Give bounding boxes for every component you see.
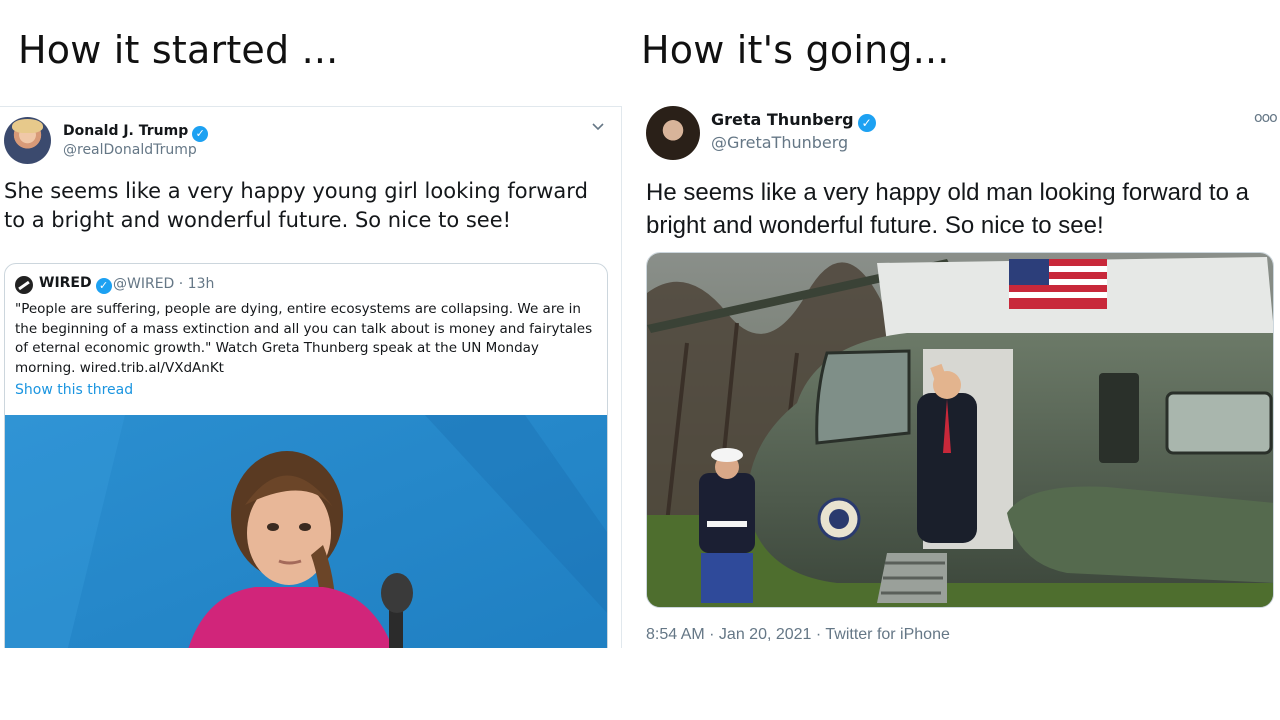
tweet-timestamp[interactable]: 8:54 AM · Jan 20, 2021 · Twitter for iPh… <box>646 626 950 644</box>
verified-badge-icon: ✓ <box>857 114 876 132</box>
wired-logo-icon <box>15 276 33 294</box>
show-thread-link[interactable]: Show this thread <box>15 382 133 398</box>
quoted-handle-time[interactable]: @WIRED · 13h <box>113 276 214 292</box>
quoted-author-name[interactable]: WIRED ✓ <box>39 275 112 294</box>
chevron-down-icon[interactable] <box>592 119 604 135</box>
quoted-tweet[interactable]: WIRED ✓ @WIRED · 13h "People are sufferin… <box>4 263 608 648</box>
verified-badge-icon: ✓ <box>192 126 209 142</box>
author-name-text[interactable]: Greta Thunberg <box>711 110 854 129</box>
greta-un-photo[interactable] <box>5 415 607 648</box>
heading-how-it-started: How it started ... <box>18 28 339 72</box>
quoted-author-name-text[interactable]: WIRED <box>39 275 92 291</box>
heading-how-its-going: How it's going... <box>641 28 950 72</box>
verified-badge-icon: ✓ <box>95 278 112 294</box>
tweet-trump[interactable]: Donald J. Trump ✓ @realDonaldTrump She se… <box>0 106 622 648</box>
author-handle[interactable]: @realDonaldTrump <box>63 142 197 158</box>
author-handle[interactable]: @GretaThunberg <box>711 133 848 152</box>
greta-avatar[interactable] <box>646 106 700 160</box>
author-name[interactable]: Greta Thunberg ✓ <box>711 110 876 132</box>
tweet-text: He seems like a very happy old man looki… <box>646 179 1249 239</box>
helicopter-photo[interactable] <box>646 252 1274 608</box>
trump-avatar[interactable] <box>4 117 51 164</box>
author-name[interactable]: Donald J. Trump ✓ <box>63 123 209 142</box>
more-options-icon[interactable]: ooo <box>1254 110 1278 126</box>
tweet-text: She seems like a very happy young girl l… <box>4 179 588 232</box>
author-name-text[interactable]: Donald J. Trump <box>63 123 188 139</box>
quoted-text: "People are suffering, people are dying,… <box>15 301 593 376</box>
